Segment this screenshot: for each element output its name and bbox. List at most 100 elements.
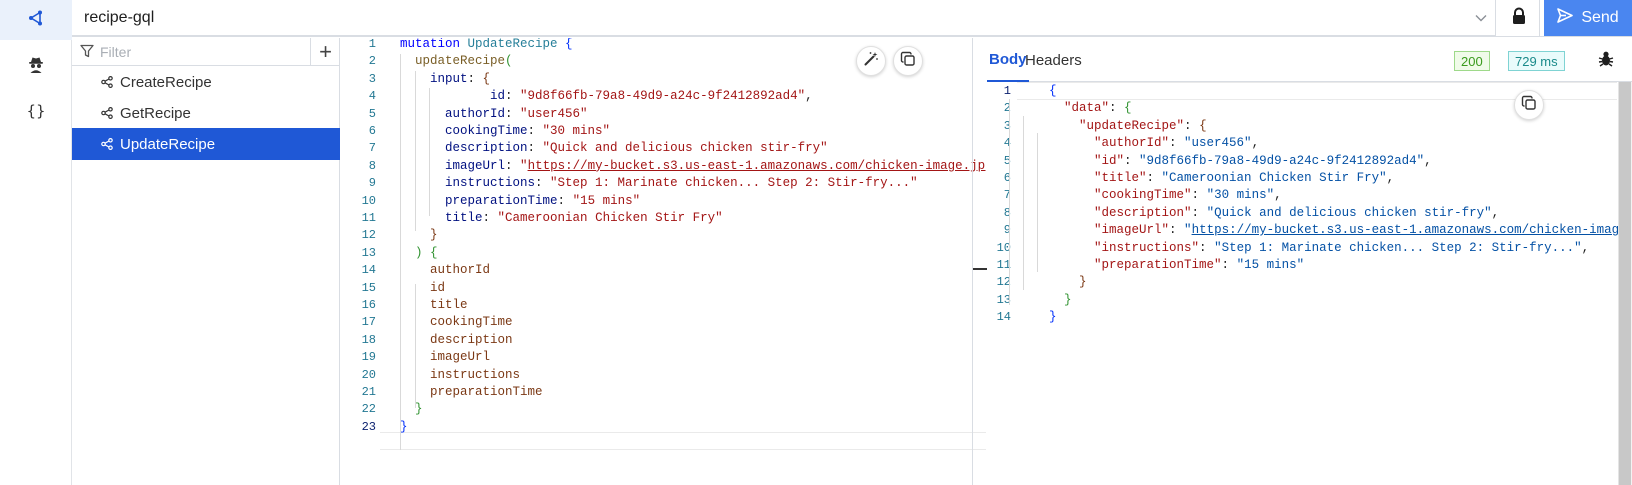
indent-guide (415, 71, 416, 231)
line-number: 11 (361, 211, 376, 225)
copy-query-button[interactable] (893, 46, 923, 76)
operation-label: UpdateRecipe (120, 135, 216, 153)
code-line: "data": { (1064, 101, 1132, 116)
code-line: cookingTime: "30 mins" (445, 124, 611, 138)
code-line: imageUrl: "https://my-bucket.s3.us-east-… (445, 158, 986, 173)
operations-sidebar: + CreateRecipe GetRecipe UpdateRecipe (72, 38, 340, 485)
code-line: "instructions": "Step 1: Marinate chicke… (1094, 240, 1590, 255)
code-line: input: { (430, 71, 491, 86)
code-line: "id": "9d8f66fb-79a8-49d9-a24c-9f2412892… (1094, 153, 1432, 168)
code-line: ) { (415, 245, 438, 260)
lock-button[interactable] (1498, 0, 1540, 36)
status-badge: 200 (1454, 51, 1490, 71)
code-line: "authorId": "user456", (1094, 136, 1260, 151)
code-line: } (1064, 292, 1072, 307)
line-number: 17 (361, 315, 376, 330)
operation-item[interactable]: UpdateRecipe (72, 128, 340, 160)
line-number: 15 (361, 280, 376, 295)
line-number: 2 (368, 54, 376, 69)
code-line: preparationTime (430, 385, 543, 399)
lock-icon (1511, 7, 1527, 30)
filter-input[interactable] (100, 41, 328, 63)
code-line: title (430, 298, 468, 312)
line-number: 4 (368, 89, 376, 104)
operation-item[interactable]: GetRecipe (72, 97, 340, 129)
line-number: 12 (996, 275, 1011, 290)
collection-selector[interactable]: recipe-gql (72, 0, 1496, 36)
line-number: 6 (1003, 171, 1011, 185)
indent-guide (415, 284, 416, 408)
magic-wand-icon (863, 51, 879, 71)
line-number: 3 (1003, 118, 1011, 133)
operation-label: GetRecipe (120, 104, 191, 122)
line-number: 9 (368, 176, 376, 191)
line-number: 9 (1003, 223, 1011, 238)
code-line: "preparationTime": "15 mins" (1094, 258, 1305, 272)
indent-guide (400, 54, 401, 450)
line-number: 2 (1003, 101, 1011, 116)
tab-headers[interactable]: Headers (1025, 38, 1082, 82)
rail-incognito-button[interactable] (0, 47, 72, 87)
line-number: 10 (361, 193, 376, 208)
code-line: } (415, 402, 423, 417)
rail-json-button[interactable]: {} (0, 91, 72, 131)
prettify-button[interactable] (856, 46, 886, 76)
rail-graphql-button[interactable] (0, 0, 72, 40)
line-number: 22 (361, 402, 376, 417)
line-number: 19 (361, 350, 376, 365)
code-line: imageUrl (430, 350, 491, 365)
line-number: 16 (361, 298, 376, 312)
line-number: 14 (996, 310, 1011, 325)
graph-nodes-icon (27, 9, 45, 32)
line-number: 5 (1003, 153, 1011, 168)
left-rail: {} (0, 0, 72, 485)
line-number: 5 (368, 106, 376, 121)
line-number: 4 (1003, 136, 1011, 151)
send-button[interactable]: Send (1544, 0, 1632, 36)
line-number: 20 (361, 367, 376, 382)
filter-icon (80, 44, 94, 63)
tab-body[interactable]: Body (987, 38, 1029, 82)
code-line: mutation UpdateRecipe { (400, 38, 573, 51)
graph-nodes-icon (101, 137, 113, 154)
code-line: instructions: "Step 1: Marinate chicken.… (445, 176, 918, 191)
operation-item[interactable]: CreateRecipe (72, 66, 340, 98)
debug-button[interactable] (1594, 49, 1618, 73)
code-line: "updateRecipe": { (1079, 118, 1207, 133)
line-number: 21 (361, 385, 376, 399)
graph-nodes-icon (101, 106, 113, 123)
code-line: } (1049, 310, 1057, 325)
code-line: id (430, 280, 446, 295)
add-operation-button[interactable]: + (310, 38, 340, 66)
line-number: 1 (368, 38, 376, 51)
copy-response-button[interactable] (1514, 90, 1544, 120)
line-number: 18 (361, 332, 376, 347)
pane-divider[interactable] (972, 38, 973, 485)
code-line: id: "9d8f66fb-79a8-49d9-a24c-9f2412892ad… (490, 89, 813, 104)
current-line-highlight (380, 432, 986, 450)
filter-bar: + (72, 38, 340, 66)
line-number: 12 (361, 228, 376, 243)
code-line: } (400, 419, 408, 434)
line-number: 3 (368, 71, 376, 86)
code-line: "imageUrl": "https://my-bucket.s3.us-eas… (1094, 223, 1632, 238)
code-line: instructions (430, 367, 521, 382)
code-line: updateRecipe( (415, 54, 513, 69)
resize-handle[interactable] (973, 268, 987, 270)
scrollbar-thumb[interactable] (1619, 82, 1631, 485)
response-body[interactable]: 1 2 3 4 5 6 7 8 9 10 11 12 13 14 { "data": { "updateR… (987, 82, 1632, 485)
copy-icon (900, 51, 916, 71)
line-number: 7 (368, 141, 376, 156)
operation-label: CreateRecipe (120, 73, 212, 91)
code-line: description (430, 332, 513, 347)
indent-guide (1023, 116, 1024, 290)
chevron-down-icon[interactable] (1472, 9, 1490, 27)
indent-guide (429, 88, 430, 216)
response-tabs: Body Headers 200 729 ms (987, 38, 1632, 82)
code-line: { (1049, 84, 1057, 98)
request-bar: recipe-gql Send (72, 0, 1632, 37)
query-editor[interactable]: 1 2 3 4 5 6 7 8 9 10 11 12 13 14 15 16 17 18 19 20 21 22 23 mu… (340, 38, 986, 485)
line-number: 8 (368, 158, 376, 173)
indent-guide (1009, 99, 1010, 305)
line-number: 11 (996, 258, 1011, 272)
